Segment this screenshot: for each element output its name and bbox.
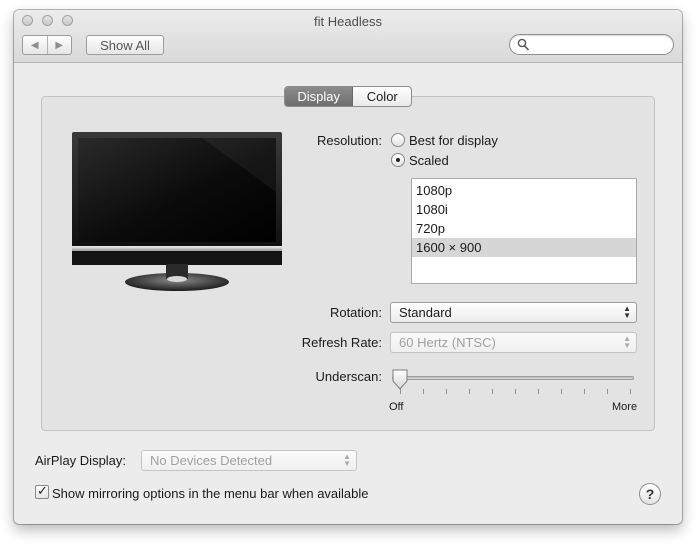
up-down-arrows-icon: ▲ ▼ [623, 304, 631, 320]
tab-color[interactable]: Color [353, 87, 411, 106]
checkmark-icon: ✓ [37, 483, 48, 498]
airplay-display-popup[interactable]: No Devices Detected ▲ ▼ [141, 450, 357, 471]
rotation-value: Standard [399, 305, 452, 320]
slider-tick [492, 389, 493, 394]
slider-tick [538, 389, 539, 394]
window-title: fit Headless [314, 14, 382, 29]
list-item[interactable]: 720p [412, 219, 636, 238]
slider-tick [630, 389, 631, 394]
underscan-slider-track[interactable] [392, 376, 634, 380]
slider-tick [607, 389, 608, 394]
refresh-rate-label: Refresh Rate: [301, 335, 382, 350]
title-bar: fit Headless ◀ ▶ Show All [14, 10, 682, 63]
forward-arrow-icon: ▶ [55, 39, 64, 51]
back-arrow-icon: ◀ [30, 39, 39, 51]
resolution-label: Resolution: [316, 133, 382, 148]
radio-best-for-display[interactable] [391, 133, 405, 147]
slider-tick [446, 389, 447, 394]
up-down-arrows-icon: ▲ ▼ [623, 334, 631, 350]
navigation-buttons: ◀ ▶ [22, 35, 72, 55]
slider-tick [584, 389, 585, 394]
radio-scaled-label: Scaled [409, 153, 449, 168]
radio-best-for-display-label: Best for display [409, 133, 498, 148]
refresh-rate-popup[interactable]: 60 Hertz (NTSC) ▲ ▼ [390, 332, 637, 353]
rotation-popup[interactable]: Standard ▲ ▼ [390, 302, 637, 323]
radio-selected-dot [396, 158, 400, 162]
question-mark-icon: ? [645, 486, 655, 502]
up-down-arrows-icon: ▲ ▼ [343, 452, 351, 468]
underscan-label: Underscan: [315, 369, 382, 384]
refresh-rate-value: 60 Hertz (NTSC) [399, 335, 496, 350]
list-item[interactable]: 1080p [412, 181, 636, 200]
underscan-max-label: More [612, 401, 638, 413]
airplay-display-label: AirPlay Display: [35, 453, 127, 468]
airplay-display-value: No Devices Detected [150, 453, 273, 468]
rotation-label: Rotation: [329, 305, 382, 320]
search-field[interactable] [509, 34, 674, 55]
show-mirroring-checkbox[interactable]: ✓ [35, 483, 49, 499]
show-mirroring-label: Show mirroring options in the menu bar w… [52, 486, 369, 501]
search-icon [517, 38, 529, 51]
show-all-button[interactable]: Show All [86, 35, 164, 55]
search-input[interactable] [534, 37, 668, 54]
resolution-list[interactable]: 1080p 1080i 720p 1600 × 900 [411, 178, 637, 284]
slider-tick [469, 389, 470, 394]
display-monitor-image [72, 132, 282, 291]
slider-tick [561, 389, 562, 394]
underscan-slider-thumb[interactable] [391, 369, 409, 390]
tab-display[interactable]: Display [285, 87, 354, 106]
list-item-selected[interactable]: 1600 × 900 [412, 238, 636, 257]
help-button[interactable]: ? [639, 483, 661, 505]
tab-bar: Display Color [284, 86, 412, 107]
forward-button[interactable]: ▶ [48, 36, 72, 54]
slider-tick [423, 389, 424, 394]
slider-tick [515, 389, 516, 394]
radio-scaled[interactable] [391, 153, 405, 167]
back-button[interactable]: ◀ [23, 36, 48, 54]
list-item[interactable]: 1080i [412, 200, 636, 219]
preferences-window: fit Headless ◀ ▶ Show All Display Color [14, 10, 682, 524]
underscan-min-label: Off [389, 401, 404, 413]
